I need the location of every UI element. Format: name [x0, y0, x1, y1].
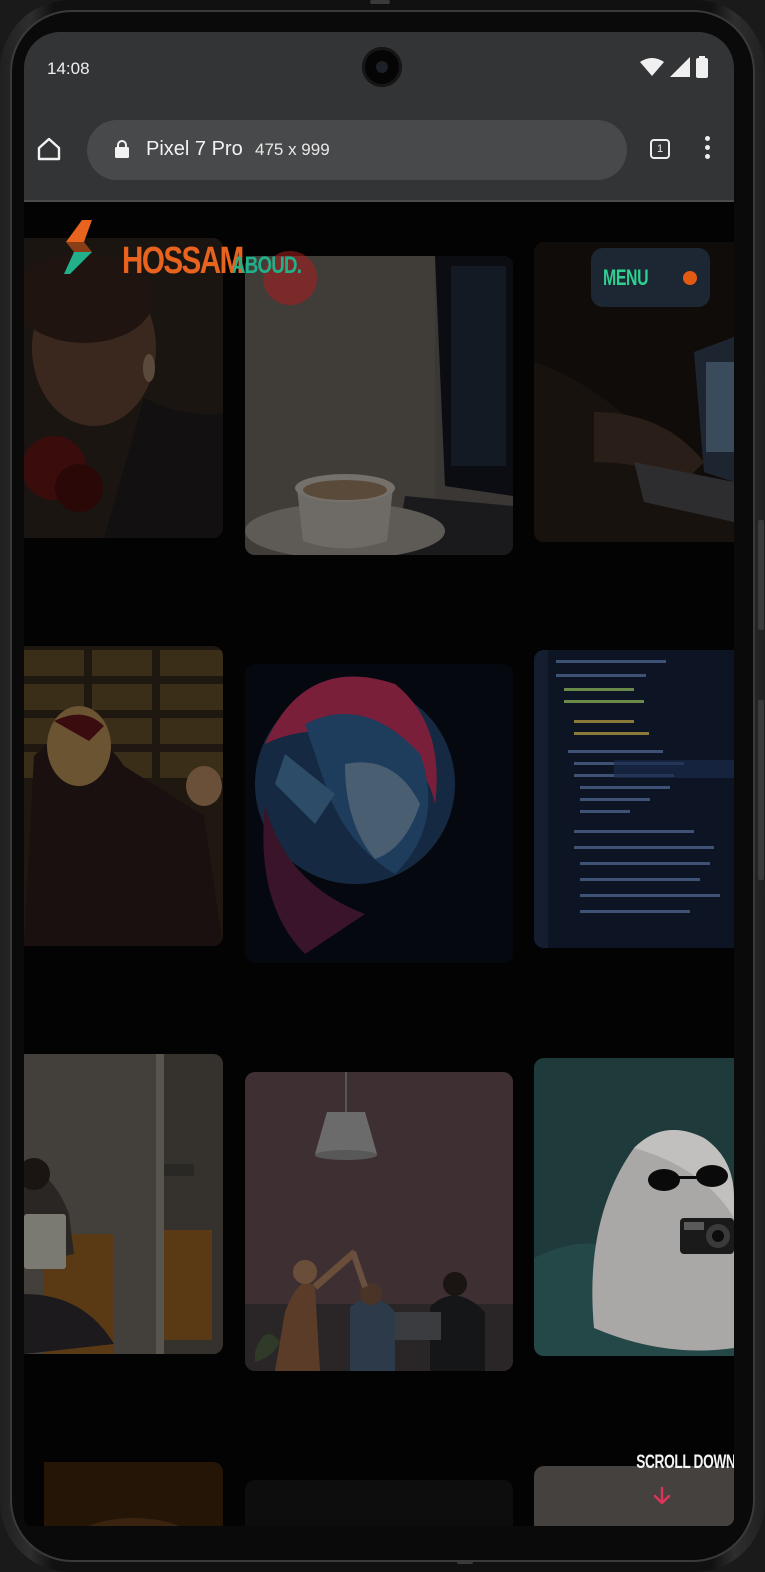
logo-primary-text: HOSSAM — [122, 240, 244, 282]
menu-button-label: MENU — [603, 265, 649, 290]
front-camera — [362, 47, 402, 87]
phone-frame: 14:08 Pixel 7 Pro 475 x 999 1 HOSSAM ABO… — [0, 0, 765, 1572]
scroll-down-indicator[interactable]: SCROLL DOWN — [617, 1452, 734, 1506]
portrait-with-flowers-photo — [24, 238, 223, 538]
woman-lockers-photo — [24, 646, 223, 946]
address-bar[interactable]: Pixel 7 Pro 475 x 999 — [87, 120, 627, 180]
arrow-down-icon — [653, 1486, 671, 1505]
ghost-with-camera-photo — [534, 1058, 734, 1356]
team-high-five-photo — [245, 1072, 513, 1371]
home-icon[interactable] — [36, 136, 62, 162]
web-content: HOSSAM ABOUD. MENU SCROLL DOWN — [24, 202, 734, 1526]
tab-switcher-button[interactable]: 1 — [650, 139, 670, 159]
logo-secondary-text: ABOUD. — [232, 252, 302, 279]
lock-icon — [115, 140, 129, 158]
status-time: 14:08 — [47, 59, 90, 78]
astronaut-helmet-photo — [245, 664, 513, 963]
phone-screen: 14:08 Pixel 7 Pro 475 x 999 1 HOSSAM ABO… — [24, 32, 734, 1526]
person-on-sofa-photo — [24, 1054, 223, 1354]
dark-image-tile-center — [245, 1480, 513, 1526]
battery-icon — [696, 56, 708, 78]
dark-image-tile-left — [44, 1462, 223, 1526]
device-name-label: Pixel 7 Pro — [146, 138, 243, 160]
wifi-icon — [640, 58, 664, 76]
menu-dot-icon — [683, 271, 697, 285]
menu-button[interactable]: MENU — [591, 248, 710, 307]
signal-icon — [670, 57, 690, 77]
device-dimensions-label: 475 x 999 — [255, 140, 330, 159]
side-button-upper — [758, 520, 764, 630]
status-bar: 14:08 — [24, 32, 734, 108]
logo-mark-icon — [64, 220, 92, 274]
code-screen-photo — [534, 650, 734, 948]
top-edge-button — [370, 0, 390, 4]
side-button-lower — [758, 700, 764, 880]
more-options-icon[interactable] — [703, 136, 711, 162]
status-icons — [640, 56, 708, 78]
browser-toolbar: Pixel 7 Pro 475 x 999 1 — [24, 108, 734, 202]
scroll-down-label: SCROLL DOWN — [636, 1452, 734, 1473]
